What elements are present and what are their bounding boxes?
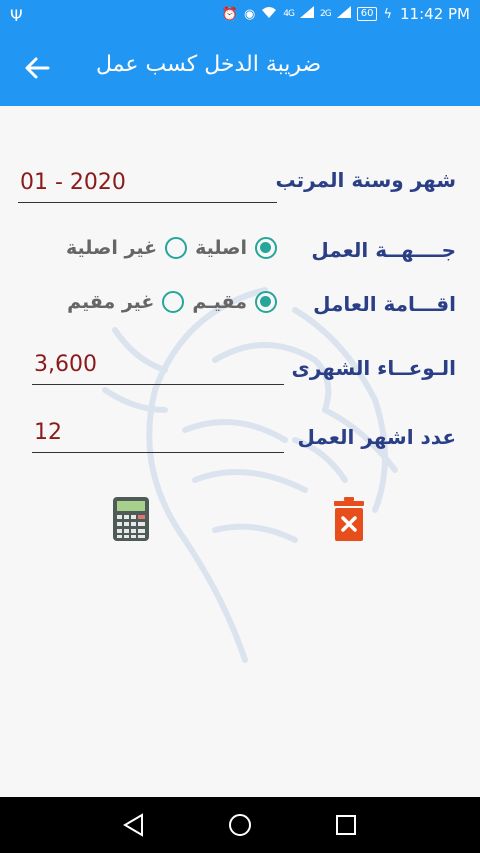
calculator-icon[interactable] — [112, 496, 150, 542]
month-year-label: شهر وسنة المرتب — [275, 168, 456, 192]
clock-time: 11:42 PM — [400, 5, 470, 23]
work-side-option-non-original: غير اصلية — [66, 237, 158, 259]
residency-radio-non-resident[interactable] — [162, 291, 185, 313]
nav-home-icon[interactable] — [226, 811, 254, 839]
signal-icon — [300, 6, 314, 22]
residency-label: اقـــامة العامل — [313, 292, 456, 316]
alarm-icon: ⏰ — [221, 6, 238, 22]
back-arrow-icon[interactable] — [22, 50, 54, 86]
nav-recents-icon[interactable] — [332, 811, 360, 839]
month-year-field[interactable]: 01 - 2020 — [18, 170, 277, 203]
residency-radio-group: مقيـم غير مقيم — [59, 291, 277, 313]
work-side-radio-group: اصلية غير اصلية — [58, 237, 277, 259]
residency-option-non-resident: غير مقيم — [67, 291, 155, 313]
work-side-radio-original[interactable] — [255, 237, 277, 259]
battery-icon: 60 — [356, 7, 378, 21]
app-bar: ضريبة الدخل كسب عمل — [0, 32, 480, 106]
residency-option-resident: مقيـم — [192, 291, 247, 313]
nav-back-icon[interactable] — [120, 811, 148, 839]
work-side-option-original: اصلية — [195, 237, 247, 259]
eye-icon: ◉ — [243, 6, 256, 22]
work-months-field[interactable]: 12 — [32, 420, 284, 453]
work-side-radio-non-original[interactable] — [165, 237, 188, 259]
trash-icon[interactable] — [332, 496, 366, 542]
navigation-bar — [0, 797, 480, 853]
monthly-pool-label: الـوعــاء الشهرى — [291, 356, 456, 380]
network-2-text: 2G — [320, 9, 332, 19]
page-title: ضريبة الدخل كسب عمل — [96, 52, 322, 77]
wifi-icon — [261, 5, 277, 23]
status-bar: Ψ ⏰ ◉ 4G 2G 60 ϟ 11:42 PM — [0, 0, 480, 32]
usb-icon: Ψ — [10, 6, 23, 25]
charging-icon: ϟ — [383, 6, 393, 22]
work-side-label: جــــهــة العمل — [311, 238, 456, 262]
residency-radio-resident[interactable] — [255, 291, 277, 313]
monthly-pool-field[interactable]: 3,600 — [32, 352, 284, 385]
signal-icon-2 — [336, 6, 351, 22]
network-1-text: 4G — [283, 9, 295, 19]
work-months-label: عدد اشهر العمل — [297, 425, 457, 449]
status-icons: ⏰ ◉ 4G 2G 60 ϟ 11:42 PM — [222, 5, 470, 23]
eagle-watermark — [102, 287, 398, 663]
